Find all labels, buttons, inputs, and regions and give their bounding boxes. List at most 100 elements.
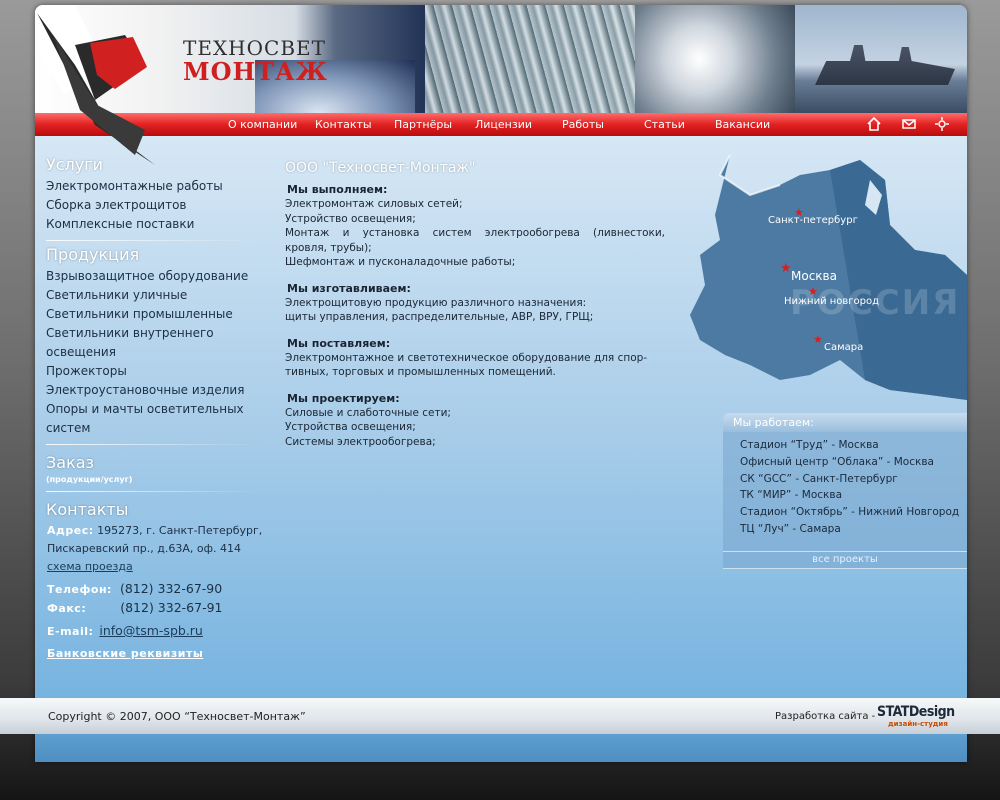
city-marker-icon[interactable]: ★: [780, 262, 792, 275]
floodlights-photo: [635, 5, 795, 113]
section-line: Устройство освещения;: [285, 212, 416, 225]
city-spb[interactable]: Санкт-петербург: [768, 215, 858, 226]
page-title: ООО "Техносвет-Монтаж": [285, 160, 476, 176]
sidebar-item-floodlights[interactable]: Прожекторы: [46, 362, 265, 381]
sidebar-item-industrial-lights[interactable]: Светильники промышленные: [46, 305, 265, 324]
main-menu: О компании Контакты Партнёры Лицензии Ра…: [35, 113, 967, 136]
section-line: Электрощитовую продукцию различного назн…: [285, 296, 587, 309]
address-line2: Пискаревский пр., д.63А, оф. 414: [47, 542, 241, 555]
sidebar: Услуги Электромонтажные работы Сборка эл…: [35, 155, 265, 663]
all-projects-link[interactable]: все проекты: [723, 551, 967, 569]
fax-label: Факс:: [47, 602, 87, 615]
menu-vacancies[interactable]: Вакансии: [715, 113, 770, 136]
list-item[interactable]: Офисный центр “Облака” - Москва: [723, 454, 967, 471]
divider: [46, 444, 261, 445]
section-line: Шефмонтаж и пусконаладочные работы;: [285, 256, 516, 268]
header-banner: ТЕХНОСВЕТ МОНТАЖ: [35, 5, 967, 113]
list-item[interactable]: Стадион “Труд” - Москва: [723, 437, 967, 454]
section-heading: Мы изготавливаем:: [287, 281, 411, 295]
sidebar-item-supplies[interactable]: Комплексные поставки: [46, 215, 265, 234]
city-samara[interactable]: Самара: [824, 342, 863, 353]
map-link-row: схема проезда: [47, 558, 265, 576]
list-item[interactable]: Стадион “Октябрь” - Нижний Новгород: [723, 504, 967, 521]
sidebar-item-poles[interactable]: Опоры и мачты осветительных: [46, 400, 265, 419]
section-line: Системы электрообогрева;: [285, 435, 436, 448]
section-design: Мы проектируем: Силовые и слаботочные се…: [285, 392, 665, 450]
sidebar-item-street-lights[interactable]: Светильники уличные: [46, 286, 265, 305]
sidebar-item-wiring-devices[interactable]: Электроустановочные изделия: [46, 381, 265, 400]
divider: [46, 491, 261, 492]
works-heading: Мы работаем:: [723, 413, 967, 432]
address-row: Адрес: 195273, г. Санкт-Петербург,: [47, 522, 265, 540]
electrical-panel-photo: [425, 5, 645, 113]
footer: Copyright © 2007, ООО “Техносвет-Монтаж”…: [0, 698, 1000, 734]
contacts-heading: Контакты: [46, 500, 129, 519]
section-line: кровля, трубы);: [285, 241, 372, 254]
phone-value: (812) 332-67-90: [119, 581, 223, 596]
section-line: щиты управления, распределительные, АВР,…: [285, 311, 594, 323]
main-content: ООО "Техносвет-Монтаж" Мы выполняем: Эле…: [285, 159, 665, 461]
menu-articles[interactable]: Статьи: [644, 113, 685, 136]
directions-link[interactable]: схема проезда: [47, 560, 133, 573]
menu-works[interactable]: Работы: [562, 113, 604, 136]
cruiser-photo: [795, 5, 967, 113]
sitemap-icon[interactable]: [934, 116, 950, 132]
section-heading: Мы выполняем:: [287, 183, 388, 196]
city-moscow[interactable]: Москва: [791, 269, 837, 283]
section-heading: Мы поставляем:: [287, 336, 391, 350]
page-frame: ТЕХНОСВЕТ МОНТАЖ О компании Контакты Пар…: [35, 5, 967, 762]
email-row: E-mail: info@tsm-spb.ru: [47, 622, 265, 641]
fax-row: Факс: (812) 332-67-91: [47, 599, 265, 618]
address-line1: 195273, г. Санкт-Петербург,: [97, 524, 263, 537]
section-line: тивных, торговых и промышленных помещени…: [285, 366, 556, 378]
section-line: Электромонтаж силовых сетей;: [285, 198, 463, 210]
phone-row: Телефон: (812) 332-67-90: [47, 580, 265, 599]
sidebar-item-switchboards[interactable]: Сборка электрощитов: [46, 196, 265, 215]
order-subtitle[interactable]: (продукции/услуг): [46, 475, 265, 485]
section-line: Устройства освещения;: [285, 421, 416, 433]
list-item[interactable]: ТЦ “Луч” - Самара: [723, 521, 967, 538]
home-icon[interactable]: [866, 116, 882, 132]
section-heading: Мы проектируем:: [287, 391, 400, 405]
fax-value: (812) 332-67-91: [120, 600, 223, 615]
menu-about[interactable]: О компании: [228, 113, 297, 136]
works-list: Стадион “Труд” - Москва Офисный центр “О…: [723, 432, 967, 538]
section-line: Монтаж и установка систем электрообогрев…: [285, 227, 665, 239]
logo-line1: ТЕХНОСВЕТ: [183, 36, 326, 60]
logo-text[interactable]: ТЕХНОСВЕТ МОНТАЖ: [183, 37, 328, 85]
section-line: Силовые и слаботочные сети;: [285, 406, 451, 419]
sidebar-item-explosion-proof[interactable]: Взрывозащитное оборудование: [46, 267, 265, 286]
section-line: Электромонтажное и светотехническое обор…: [285, 351, 648, 364]
phone-label: Телефон:: [47, 583, 112, 596]
menu-partners[interactable]: Партнёры: [394, 113, 452, 136]
menu-contacts[interactable]: Контакты: [315, 113, 372, 136]
sidebar-item-poles-cont[interactable]: систем: [46, 419, 265, 438]
logo-mark-icon[interactable]: [35, 5, 165, 165]
menu-licenses[interactable]: Лицензии: [475, 113, 532, 136]
city-nizhny[interactable]: Нижний новгород: [784, 296, 879, 307]
copyright-text: Copyright © 2007, ООО “Техносвет-Монтаж”: [48, 710, 306, 723]
studio-logo[interactable]: STATDesign: [877, 704, 955, 720]
section-supply: Мы поставляем: Электромонтажное и светот…: [285, 337, 665, 380]
sidebar-item-electrical-works[interactable]: Электромонтажные работы: [46, 177, 265, 196]
bank-row: Банковские реквизиты: [47, 645, 265, 663]
section-manufacture: Мы изготавливаем: Электрощитовую продукц…: [285, 282, 665, 325]
logo-line2: МОНТАЖ: [183, 57, 329, 86]
email-label: E-mail:: [47, 625, 94, 638]
sidebar-item-indoor-lights-cont[interactable]: освещения: [46, 343, 265, 362]
products-heading[interactable]: Продукция: [46, 245, 265, 265]
works-panel: Мы работаем: Стадион “Труд” - Москва Офи…: [723, 413, 967, 569]
sidebar-item-indoor-lights[interactable]: Светильники внутреннего: [46, 324, 265, 343]
developer-label: Разработка сайта -: [775, 711, 876, 722]
list-item[interactable]: СК “GCC” - Санкт-Петербург: [723, 471, 967, 488]
email-link[interactable]: info@tsm-spb.ru: [99, 623, 202, 638]
order-heading[interactable]: Заказ: [46, 453, 265, 473]
bank-details-link[interactable]: Банковские реквизиты: [47, 647, 203, 660]
studio-subtitle: дизайн-студия: [888, 720, 948, 728]
mail-icon[interactable]: [901, 116, 917, 132]
divider: [46, 240, 261, 241]
address-label: Адрес:: [47, 524, 94, 537]
city-marker-icon[interactable]: ★: [813, 334, 823, 345]
section-perform: Мы выполняем: Электромонтаж силовых сете…: [285, 183, 665, 270]
list-item[interactable]: ТК “МИР” - Москва: [723, 487, 967, 504]
